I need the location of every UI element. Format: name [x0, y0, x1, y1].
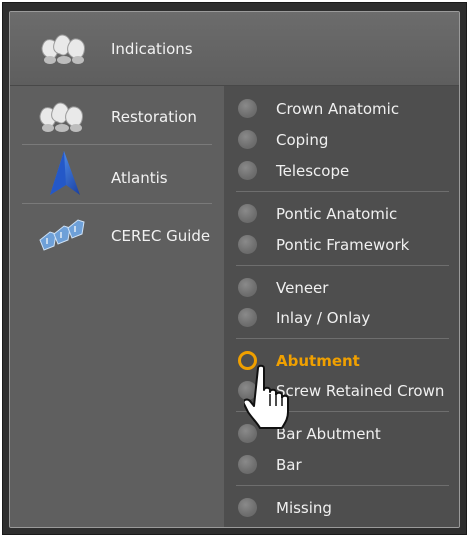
sidebar-item-restoration[interactable]: Restoration	[10, 86, 224, 144]
group-divider	[236, 485, 449, 486]
radio-button[interactable]	[238, 455, 257, 474]
sidebar-item-atlantis[interactable]: Atlantis	[10, 145, 224, 203]
option-pontic-anatomic[interactable]: Pontic Anatomic	[224, 200, 459, 228]
sidebar-item-cerec-guide[interactable]: CEREC Guide	[10, 204, 224, 262]
option-label: Screw Retained Crown	[276, 382, 445, 400]
option-label: Missing	[276, 499, 332, 517]
group-divider	[236, 338, 449, 339]
sidebar-item-label: CEREC Guide	[111, 227, 211, 245]
option-label: Pontic Anatomic	[276, 205, 398, 223]
radio-button[interactable]	[238, 204, 257, 223]
sidebar-item-label: Restoration	[111, 108, 197, 126]
window-frame: Indications Restoration Atlantis CEREC G…	[2, 2, 467, 535]
option-coping[interactable]: Coping	[224, 126, 459, 154]
option-label: Coping	[276, 131, 329, 149]
radio-button[interactable]	[238, 130, 257, 149]
sidebar-item-label: Atlantis	[111, 169, 168, 187]
crowns-icon	[39, 102, 83, 132]
radio-button[interactable]	[238, 278, 257, 297]
crowns-icon	[41, 34, 85, 64]
option-telescope[interactable]: Telescope	[224, 157, 459, 185]
option-label: Veneer	[276, 279, 329, 297]
hand-pointer-icon	[244, 364, 289, 429]
indications-panel: Indications Restoration Atlantis CEREC G…	[9, 11, 460, 528]
option-label: Inlay / Onlay	[276, 309, 371, 327]
radio-button[interactable]	[238, 498, 257, 517]
indications-header[interactable]: Indications	[10, 12, 459, 86]
option-bar[interactable]: Bar	[224, 451, 459, 479]
option-label: Telescope	[276, 162, 350, 180]
indications-label: Indications	[111, 40, 193, 58]
cerec-guide-icon	[39, 219, 85, 251]
group-divider	[236, 265, 449, 266]
option-pontic-framework[interactable]: Pontic Framework	[224, 231, 459, 259]
option-label: Crown Anatomic	[276, 100, 400, 118]
option-missing[interactable]: Missing	[224, 494, 459, 522]
radio-button[interactable]	[238, 308, 257, 327]
option-label: Pontic Framework	[276, 236, 410, 254]
radio-button[interactable]	[238, 99, 257, 118]
sidebar: Restoration Atlantis CEREC Guide	[10, 86, 224, 527]
option-label: Bar	[276, 456, 302, 474]
options-list: Crown Anatomic Coping Telescope Pontic A…	[224, 86, 459, 527]
atlantis-logo-icon	[50, 151, 80, 195]
option-inlay-onlay[interactable]: Inlay / Onlay	[224, 304, 459, 332]
radio-button[interactable]	[238, 235, 257, 254]
group-divider	[236, 191, 449, 192]
option-veneer[interactable]: Veneer	[224, 274, 459, 302]
radio-button[interactable]	[238, 161, 257, 180]
option-crown-anatomic[interactable]: Crown Anatomic	[224, 95, 459, 123]
